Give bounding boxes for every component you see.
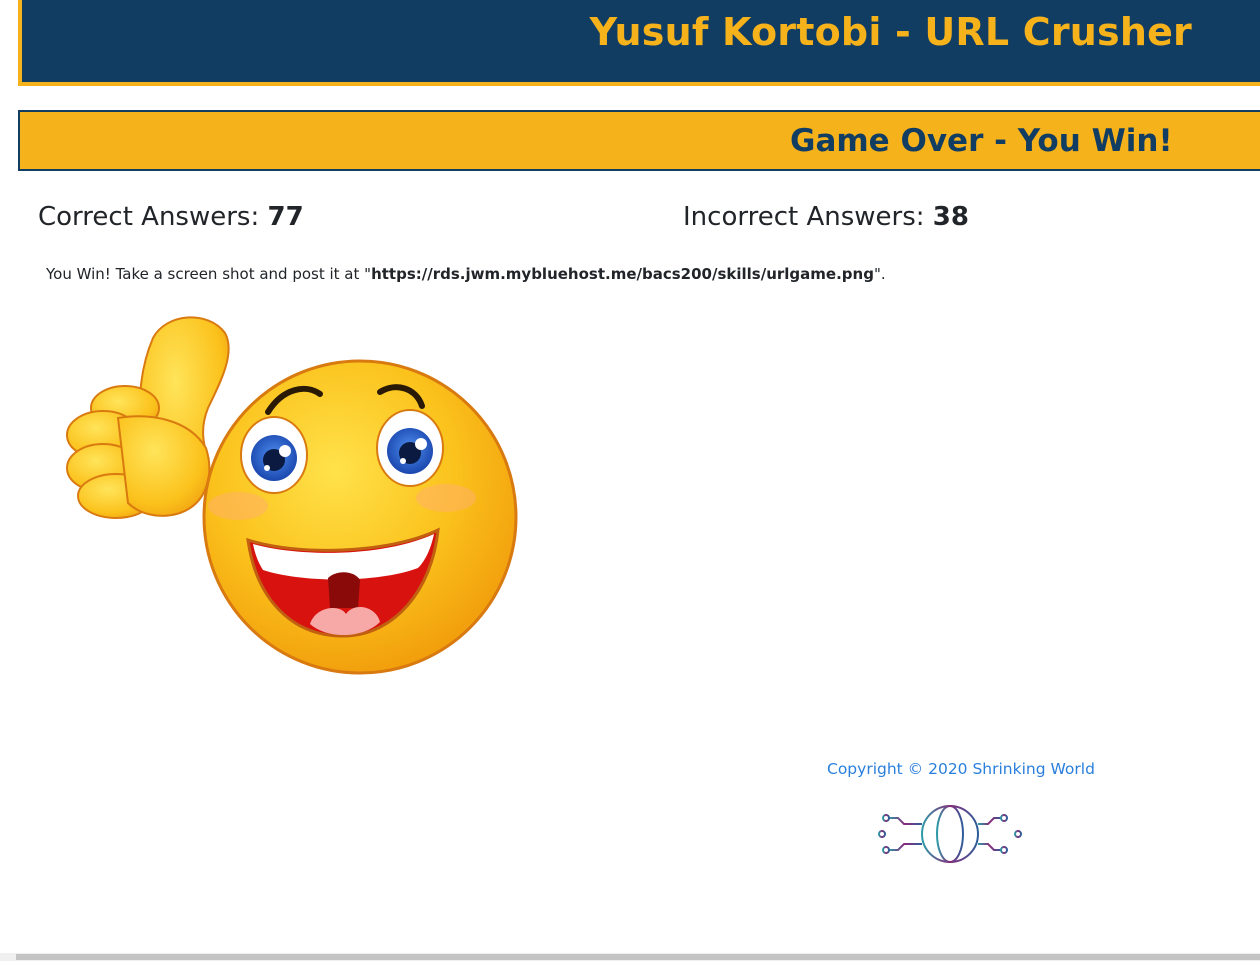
site-header: Yusuf Kortobi - URL Crusher bbox=[18, 0, 1260, 86]
app-title: Yusuf Kortobi - URL Crusher bbox=[589, 10, 1192, 54]
scrollbar-thumb[interactable] bbox=[16, 954, 1260, 960]
screenshot-url: https://rds.jwm.mybluehost.me/bacs200/sk… bbox=[371, 265, 874, 283]
game-status-banner: Game Over - You Win! bbox=[18, 110, 1260, 171]
left-eye bbox=[240, 416, 308, 494]
thumbs-up-icon bbox=[66, 316, 230, 519]
game-status-title: Game Over - You Win! bbox=[790, 123, 1173, 159]
correct-answers-value: 77 bbox=[267, 202, 304, 232]
win-message-suffix: ". bbox=[873, 265, 886, 283]
win-message: You Win! Take a screen shot and post it … bbox=[46, 265, 886, 283]
correct-answers-label: Correct Answers: bbox=[38, 202, 268, 232]
thumbs-up-smiley-image bbox=[58, 308, 528, 680]
incorrect-answers: Incorrect Answers: 38 bbox=[683, 202, 969, 232]
incorrect-answers-label: Incorrect Answers: bbox=[683, 202, 933, 232]
copyright-text: Copyright © 2020 Shrinking World bbox=[827, 760, 1095, 778]
incorrect-answers-value: 38 bbox=[932, 202, 969, 232]
horizontal-scrollbar[interactable] bbox=[0, 953, 1260, 961]
circuit-globe-logo bbox=[876, 802, 1026, 866]
right-eye bbox=[376, 409, 444, 487]
correct-answers: Correct Answers: 77 bbox=[38, 202, 304, 232]
win-message-prefix: You Win! Take a screen shot and post it … bbox=[46, 265, 372, 283]
